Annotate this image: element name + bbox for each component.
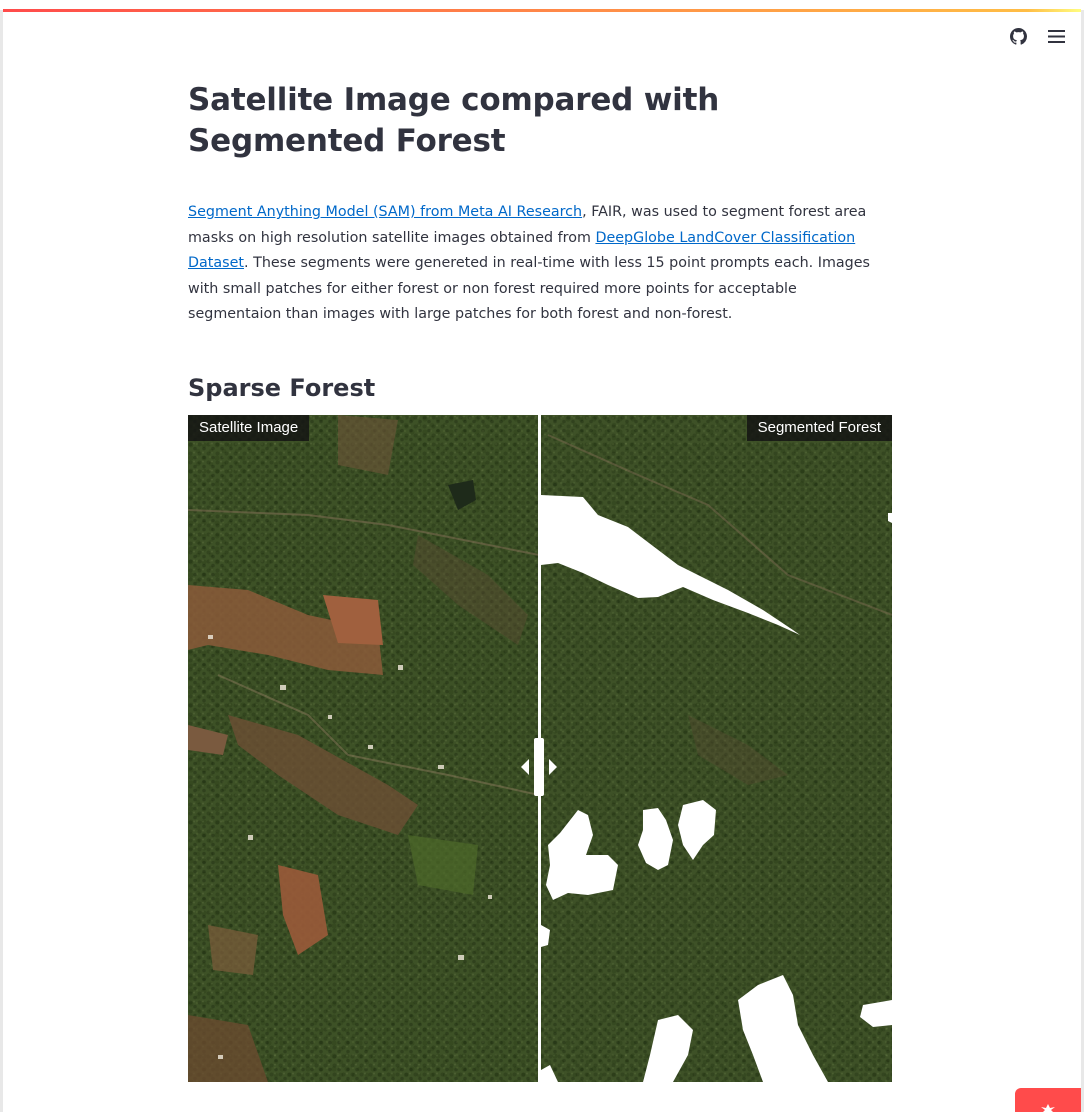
segmented-forest-label: Segmented Forest xyxy=(746,415,892,441)
intro-text-2: . These segments were genereted in real-… xyxy=(188,255,870,322)
page-title: Satellite Image compared with Segmented … xyxy=(188,82,720,159)
toolbar xyxy=(1008,26,1066,46)
slider-right-arrow-icon[interactable] xyxy=(549,759,557,775)
header-decoration-bar xyxy=(3,9,1081,12)
image-comparison-slider[interactable]: Satellite Image Segmented Forest xyxy=(188,415,892,1082)
hamburger-menu-icon[interactable] xyxy=(1046,26,1066,46)
main-content: Satellite Image compared with Segmented … xyxy=(188,80,892,404)
sam-link[interactable]: Segment Anything Model (SAM) from Meta A… xyxy=(188,204,582,220)
satellite-image xyxy=(188,415,539,1082)
satellite-image-label: Satellite Image xyxy=(188,415,310,441)
streamlit-logo-icon xyxy=(1041,1104,1055,1112)
window-border-left xyxy=(0,10,3,1112)
section-heading: Sparse Forest xyxy=(188,373,376,402)
slider-left-arrow-icon[interactable] xyxy=(521,759,529,775)
github-icon[interactable] xyxy=(1008,26,1028,46)
status-widget[interactable] xyxy=(1015,1088,1081,1112)
intro-paragraph: Segment Anything Model (SAM) from Meta A… xyxy=(188,200,892,328)
segmented-forest-image xyxy=(539,415,892,1082)
slider-handle[interactable] xyxy=(534,738,544,796)
